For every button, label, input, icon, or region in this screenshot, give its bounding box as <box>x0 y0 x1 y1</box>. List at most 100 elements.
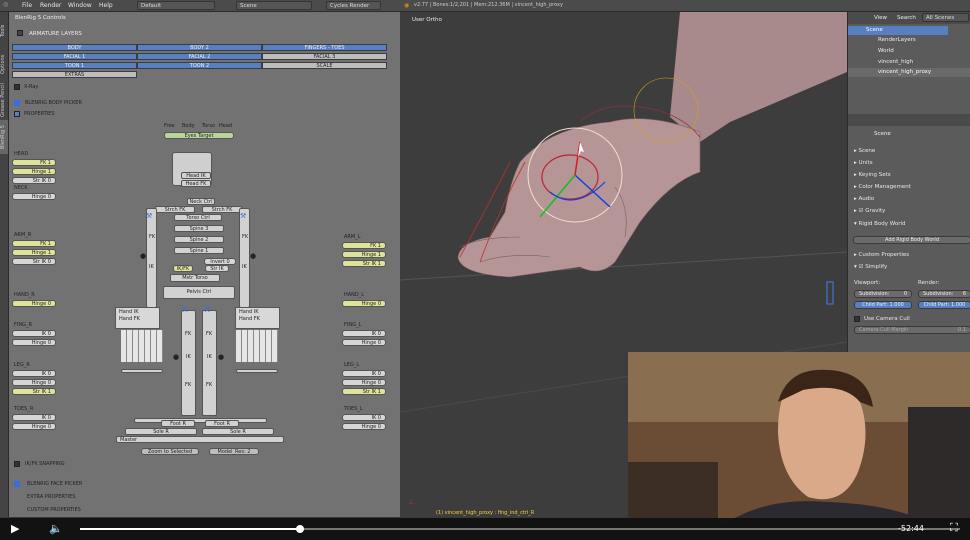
custom-properties-heading[interactable]: CUSTOM PROPERTIES <box>27 507 81 513</box>
section-units[interactable]: ▸ Units <box>854 160 873 166</box>
tab-grease-pencil[interactable]: Grease Pencil <box>0 80 8 120</box>
left-toggle-6-1[interactable]: Hinge 0 <box>12 423 56 430</box>
outliner-item-renderlayers[interactable]: RenderLayers <box>878 37 916 43</box>
strch-fk-right-button[interactable]: Strch FK <box>155 206 195 213</box>
right-toggle-4-1[interactable]: Hinge 0 <box>342 423 386 430</box>
mode-free[interactable]: Free <box>164 123 175 129</box>
properties-context-tabs[interactable] <box>848 114 970 126</box>
leg-l-wrench-icon[interactable]: ⚒ <box>204 306 210 314</box>
section-simplify[interactable]: ▾ ☑ Simplify <box>854 264 887 270</box>
layer-fingers-toes-button[interactable]: FINGERS - TOES <box>262 44 387 51</box>
layer-scale-button[interactable]: SCALE <box>262 62 387 69</box>
outliner-item-scene[interactable]: Scene <box>848 26 948 35</box>
left-toggle-6-0[interactable]: IK 0 <box>12 414 56 421</box>
viewport-child-particles-field[interactable]: Child Part: 1.000 <box>854 301 912 309</box>
left-toggle-5-2[interactable]: Str IK 1 <box>12 388 56 395</box>
tab-blenrig[interactable]: BlenRig 5 <box>0 120 8 154</box>
properties-checkbox[interactable] <box>14 111 20 117</box>
strch-fk-left-button[interactable]: Strch FK <box>202 206 242 213</box>
leg-left-picker[interactable] <box>202 310 217 416</box>
pelvis-ctrl-button[interactable]: Pelvis Ctrl <box>163 286 235 299</box>
camera-cull-margin-field[interactable]: Camera Cull Margin 0.1 <box>854 326 970 334</box>
leg-right-picker[interactable] <box>181 310 196 416</box>
left-toggle-0-1[interactable]: Hinge 1 <box>12 168 56 175</box>
sole-right-button[interactable]: Sole R <box>125 428 197 435</box>
scene-dropdown[interactable]: Scene <box>236 1 312 10</box>
section-color-management[interactable]: ▸ Color Management <box>854 184 911 190</box>
section-custom-properties[interactable]: ▸ Custom Properties <box>854 252 909 258</box>
left-toggle-0-2[interactable]: Str IK 0 <box>12 177 56 184</box>
arm-r-pole-icon[interactable]: ● <box>140 252 146 260</box>
menu-help[interactable]: Help <box>99 2 113 9</box>
right-toggle-3-2[interactable]: Str IK 1 <box>342 388 386 395</box>
head-ik-button[interactable]: Head IK <box>181 172 211 179</box>
spine1-button[interactable]: Spine 1 <box>174 247 224 254</box>
face-picker-heading[interactable]: BLENRIG FACE PICKER <box>27 481 82 487</box>
menu-file[interactable]: File <box>22 2 32 9</box>
viewport-subdivision-field[interactable]: Subdivision: 0 <box>854 290 912 298</box>
outliner-item-vincent-high[interactable]: vincent_high <box>878 59 913 65</box>
left-toggle-2-0[interactable]: FK 1 <box>12 240 56 247</box>
progress-handle[interactable] <box>296 525 304 533</box>
arm-r-wrench-icon[interactable]: ⚒ <box>146 212 152 220</box>
sole-left-button[interactable]: Sole R <box>202 428 274 435</box>
section-gravity[interactable]: ▸ ☑ Gravity <box>854 208 885 214</box>
left-toggle-2-2[interactable]: Str IK 0 <box>12 258 56 265</box>
add-rigid-body-world-button[interactable]: Add Rigid Body World <box>853 236 970 244</box>
hand-left-picker[interactable]: Hand IK Hand FK <box>235 307 280 329</box>
outliner-display-dropdown[interactable]: All Scenes <box>922 13 969 22</box>
neck-ctrl-button[interactable]: Neck Ctrl <box>187 198 215 205</box>
left-toggle-0-0[interactable]: FK 1 <box>12 159 56 166</box>
left-toggle-1-0[interactable]: Hinge 0 <box>12 193 56 200</box>
tab-tools[interactable]: Tools <box>0 16 8 46</box>
render-child-particles-field[interactable]: Child Part: 1.000 <box>918 301 970 309</box>
xray-checkbox[interactable] <box>14 84 20 90</box>
toes-ctrl-row[interactable] <box>134 418 267 423</box>
armature-layers-heading[interactable]: ARMATURE LAYERS <box>29 31 82 37</box>
tab-options[interactable]: Options <box>0 50 8 78</box>
layer-body-button[interactable]: BODY <box>12 44 137 51</box>
eyes-target-button[interactable]: Eyes Target <box>164 132 234 139</box>
right-toggle-3-0[interactable]: IK 0 <box>342 370 386 377</box>
right-toggle-2-0[interactable]: IK 0 <box>342 330 386 337</box>
layer-facial2-button[interactable]: FACIAL 2 <box>137 53 262 60</box>
outliner-search-menu[interactable]: Search <box>897 15 916 21</box>
head-fk-button[interactable]: Head FK <box>181 180 211 187</box>
fingers-right-ctrl[interactable] <box>121 369 163 373</box>
arm-l-pole-icon[interactable]: ● <box>250 252 256 260</box>
left-toggle-4-1[interactable]: Hinge 0 <box>12 339 56 346</box>
layout-dropdown[interactable]: Default <box>137 1 215 10</box>
hand-right-picker[interactable]: Hand IK Hand FK <box>115 307 160 329</box>
right-toggle-2-1[interactable]: Hinge 0 <box>342 339 386 346</box>
right-toggle-0-0[interactable]: FK 1 <box>342 242 386 249</box>
left-toggle-2-1[interactable]: Hinge 1 <box>12 249 56 256</box>
strik-toggle[interactable]: Str IK <box>205 265 229 272</box>
right-toggle-4-0[interactable]: IK 0 <box>342 414 386 421</box>
foot-left-button[interactable]: Foot R <box>205 420 239 427</box>
ikfk-toggle[interactable]: IK/FK <box>173 265 193 272</box>
left-toggle-5-0[interactable]: IK 0 <box>12 370 56 377</box>
layer-body2-button[interactable]: BODY 2 <box>137 44 262 51</box>
play-icon[interactable]: ▶ <box>11 522 19 535</box>
section-rigid-body-world[interactable]: ▾ Rigid Body World <box>854 221 906 227</box>
outliner-item-world[interactable]: World <box>878 48 894 54</box>
layer-facial3-button[interactable]: FACIAL 3 <box>262 53 387 60</box>
fingers-right-picker[interactable] <box>121 330 163 362</box>
torso-ctrl-button[interactable]: Torso Ctrl <box>174 214 222 221</box>
camera-cull-checkbox[interactable] <box>854 316 860 322</box>
arm-l-wrench-icon[interactable]: ⚒ <box>240 212 246 220</box>
fullscreen-icon[interactable]: ⛶ <box>950 521 958 535</box>
ikfk-snapping-checkbox[interactable] <box>14 461 20 467</box>
leg-r-wrench-icon[interactable]: ⚒ <box>182 306 188 314</box>
left-toggle-5-1[interactable]: Hinge 0 <box>12 379 56 386</box>
model-res-field[interactable]: Model_Res: 2 <box>209 448 259 455</box>
leg-r-pole-icon[interactable]: ● <box>173 353 179 361</box>
mode-torso[interactable]: Torso <box>202 123 215 129</box>
extra-properties-heading[interactable]: EXTRA PROPERTIES <box>27 494 75 500</box>
render-subdivision-field[interactable]: Subdivision: 6 <box>918 290 970 298</box>
menu-render[interactable]: Render <box>40 2 61 9</box>
layer-toon1-button[interactable]: TOON 1 <box>12 62 137 69</box>
arm-right-picker[interactable] <box>146 208 157 308</box>
body-picker-heading[interactable]: BLENRIG BODY PICKER <box>25 100 82 106</box>
foot-right-button[interactable]: Foot R <box>161 420 195 427</box>
